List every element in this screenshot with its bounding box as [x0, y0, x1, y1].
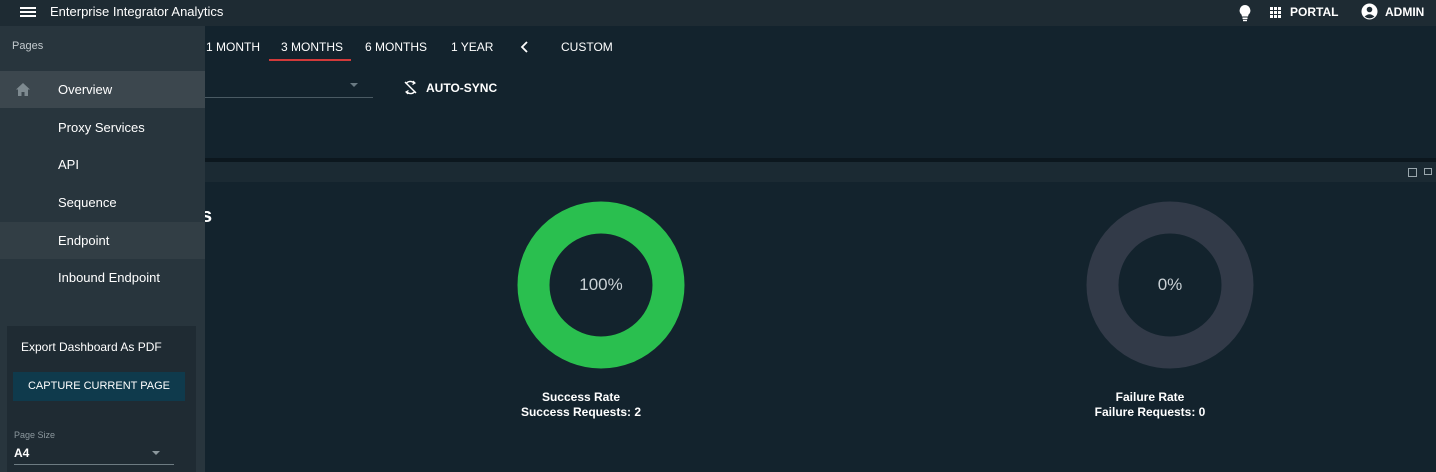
failure-caption: Failure Rate Failure Requests: 0	[1050, 390, 1250, 420]
range-1-month-button[interactable]: 1 MONTH	[206, 40, 260, 54]
success-caption-title: Success Rate	[541, 390, 621, 404]
capture-current-page-button[interactable]: CAPTURE CURRENT PAGE	[13, 372, 185, 401]
chevron-left-icon[interactable]	[520, 41, 530, 53]
sidebar-item-overview[interactable]: Overview	[0, 71, 205, 108]
auto-sync-button[interactable]: AUTO-SYNC	[403, 80, 497, 95]
account-circle-icon	[1361, 3, 1378, 20]
sidebar-item-label: API	[58, 157, 79, 172]
failure-percent: 0%	[1157, 275, 1183, 294]
maximize-icon[interactable]	[1424, 168, 1432, 175]
selected-range-indicator	[269, 59, 351, 61]
sidebar-item-api[interactable]: API	[0, 146, 205, 183]
failure-caption-title: Failure Rate	[1115, 390, 1185, 404]
sidebar-item-label: Inbound Endpoint	[58, 270, 160, 285]
range-custom-button[interactable]: CUSTOM	[561, 40, 613, 54]
range-3-months-button[interactable]: 3 MONTHS	[281, 40, 343, 54]
menu-icon[interactable]	[20, 5, 36, 21]
success-caption: Success Rate Success Requests: 2	[481, 390, 681, 420]
pages-sidebar: Pages Overview Proxy Services API Sequen…	[0, 26, 205, 472]
sync-disabled-icon	[404, 80, 417, 95]
sidebar-header: Pages	[12, 40, 44, 52]
home-icon	[16, 83, 30, 96]
app-bar: Enterprise Integrator Analytics PORTAL A…	[0, 0, 1436, 26]
dropdown-caret-icon[interactable]	[350, 83, 358, 87]
dropdown-caret-icon	[152, 451, 160, 455]
success-caption-detail: Success Requests: 2	[520, 405, 642, 419]
range-1-year-button[interactable]: 1 YEAR	[451, 40, 493, 54]
portal-button[interactable]: PORTAL	[1270, 5, 1338, 19]
sidebar-item-inbound-endpoint[interactable]: Inbound Endpoint	[0, 259, 205, 296]
sidebar-item-endpoint[interactable]: Endpoint	[0, 222, 205, 259]
auto-sync-label: AUTO-SYNC	[426, 80, 498, 95]
popout-icon[interactable]	[1408, 168, 1417, 177]
apps-grid-icon	[1270, 6, 1281, 18]
success-percent: 100%	[579, 275, 623, 294]
page-size-value: A4	[14, 446, 30, 460]
sidebar-item-sequence[interactable]: Sequence	[0, 184, 205, 221]
failure-caption-detail: Failure Requests: 0	[1094, 405, 1206, 419]
export-title: Export Dashboard As PDF	[21, 340, 162, 354]
sidebar-item-label: Proxy Services	[58, 120, 145, 135]
lightbulb-icon[interactable]	[1238, 4, 1252, 22]
sidebar-item-label: Sequence	[58, 195, 117, 210]
app-title: Enterprise Integrator Analytics	[50, 4, 224, 19]
page-size-select[interactable]: A4	[14, 443, 174, 465]
export-pdf-panel: Export Dashboard As PDF CAPTURE CURRENT …	[7, 326, 196, 472]
widget-header	[205, 162, 1436, 182]
admin-label: ADMIN	[1385, 4, 1425, 19]
page-size-label: Page Size	[14, 430, 56, 440]
sidebar-item-proxy-services[interactable]: Proxy Services	[0, 109, 205, 146]
range-6-months-button[interactable]: 6 MONTHS	[365, 40, 427, 54]
portal-label: PORTAL	[1290, 5, 1339, 19]
filter-select[interactable]	[205, 97, 373, 98]
sidebar-item-label: Overview	[58, 82, 113, 97]
admin-menu-button[interactable]: ADMIN	[1361, 3, 1424, 20]
sidebar-item-label: Endpoint	[58, 233, 110, 248]
